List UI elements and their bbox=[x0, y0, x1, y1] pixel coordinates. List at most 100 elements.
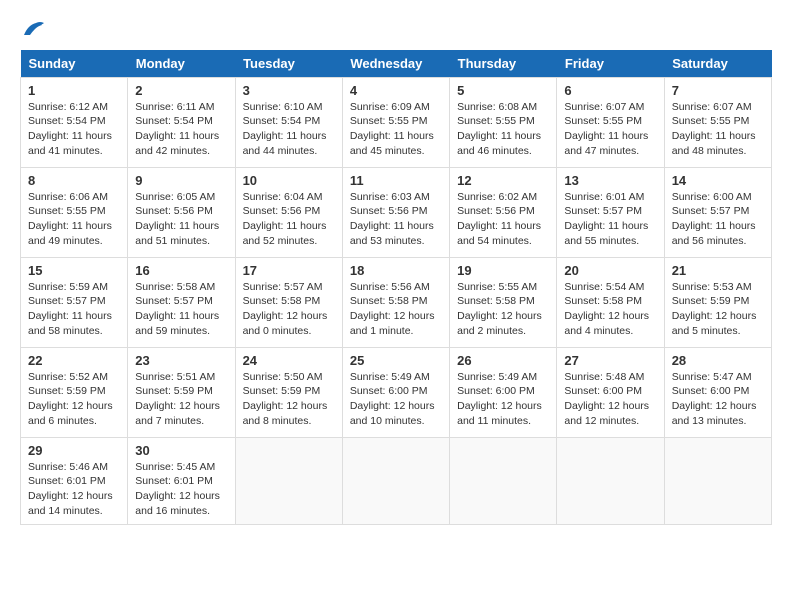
day-info: Sunrise: 6:11 AMSunset: 5:54 PMDaylight:… bbox=[135, 100, 227, 159]
day-info: Sunrise: 6:00 AMSunset: 5:57 PMDaylight:… bbox=[672, 190, 764, 249]
calendar-cell: 17Sunrise: 5:57 AMSunset: 5:58 PMDayligh… bbox=[235, 257, 342, 347]
day-info: Sunrise: 5:52 AMSunset: 5:59 PMDaylight:… bbox=[28, 370, 120, 429]
calendar-cell bbox=[450, 437, 557, 524]
day-info: Sunrise: 5:45 AMSunset: 6:01 PMDaylight:… bbox=[135, 460, 227, 519]
calendar-cell: 27 Sunrise: 5:48 AMSunset: 6:00 PMDayligh… bbox=[557, 347, 664, 437]
day-number: 22 bbox=[28, 353, 120, 368]
day-number: 18 bbox=[350, 263, 442, 278]
calendar-cell: 19 Sunrise: 5:55 AMSunset: 5:58 PMDayligh… bbox=[450, 257, 557, 347]
calendar-cell: 3Sunrise: 6:10 AMSunset: 5:54 PMDaylight… bbox=[235, 77, 342, 167]
weekday-header-sunday: Sunday bbox=[21, 50, 128, 78]
day-info: Sunrise: 5:54 AMSunset: 5:58 PMDaylight:… bbox=[564, 280, 656, 339]
day-info: Sunrise: 6:05 AMSunset: 5:56 PMDaylight:… bbox=[135, 190, 227, 249]
day-number: 15 bbox=[28, 263, 120, 278]
day-info: Sunrise: 5:50 AMSunset: 5:59 PMDaylight:… bbox=[243, 370, 335, 429]
calendar-cell: 16 Sunrise: 5:58 AMSunset: 5:57 PMDayligh… bbox=[128, 257, 235, 347]
day-info: Sunrise: 5:56 AMSunset: 5:58 PMDaylight:… bbox=[350, 280, 442, 339]
calendar-cell: 15 Sunrise: 5:59 AMSunset: 5:57 PMDayligh… bbox=[21, 257, 128, 347]
calendar-week-3: 15 Sunrise: 5:59 AMSunset: 5:57 PMDayligh… bbox=[21, 257, 772, 347]
day-number: 21 bbox=[672, 263, 764, 278]
day-info: Sunrise: 6:03 AMSunset: 5:56 PMDaylight:… bbox=[350, 190, 442, 249]
calendar-cell: 22 Sunrise: 5:52 AMSunset: 5:59 PMDayligh… bbox=[21, 347, 128, 437]
calendar-cell: 26 Sunrise: 5:49 AMSunset: 6:00 PMDayligh… bbox=[450, 347, 557, 437]
day-info: Sunrise: 5:49 AMSunset: 6:00 PMDaylight:… bbox=[350, 370, 442, 429]
calendar-cell: 23 Sunrise: 5:51 AMSunset: 5:59 PMDayligh… bbox=[128, 347, 235, 437]
calendar-cell: 1 Sunrise: 6:12 AMSunset: 5:54 PMDaylight… bbox=[21, 77, 128, 167]
day-info: Sunrise: 6:08 AMSunset: 5:55 PMDaylight:… bbox=[457, 100, 549, 159]
day-number: 7 bbox=[672, 83, 764, 98]
day-info: Sunrise: 5:59 AMSunset: 5:57 PMDaylight:… bbox=[28, 280, 120, 339]
calendar-week-4: 22 Sunrise: 5:52 AMSunset: 5:59 PMDayligh… bbox=[21, 347, 772, 437]
day-number: 5 bbox=[457, 83, 549, 98]
day-info: Sunrise: 6:07 AMSunset: 5:55 PMDaylight:… bbox=[672, 100, 764, 159]
calendar-cell: 25Sunrise: 5:49 AMSunset: 6:00 PMDayligh… bbox=[342, 347, 449, 437]
day-number: 23 bbox=[135, 353, 227, 368]
weekday-header-thursday: Thursday bbox=[450, 50, 557, 78]
day-number: 30 bbox=[135, 443, 227, 458]
day-info: Sunrise: 5:58 AMSunset: 5:57 PMDaylight:… bbox=[135, 280, 227, 339]
calendar-table: SundayMondayTuesdayWednesdayThursdayFrid… bbox=[20, 50, 772, 525]
day-info: Sunrise: 5:55 AMSunset: 5:58 PMDaylight:… bbox=[457, 280, 549, 339]
calendar-cell: 7 Sunrise: 6:07 AMSunset: 5:55 PMDaylight… bbox=[664, 77, 771, 167]
day-info: Sunrise: 6:01 AMSunset: 5:57 PMDaylight:… bbox=[564, 190, 656, 249]
calendar-cell: 20 Sunrise: 5:54 AMSunset: 5:58 PMDayligh… bbox=[557, 257, 664, 347]
day-number: 27 bbox=[564, 353, 656, 368]
day-number: 2 bbox=[135, 83, 227, 98]
calendar-cell bbox=[342, 437, 449, 524]
weekday-header-monday: Monday bbox=[128, 50, 235, 78]
calendar-cell: 10Sunrise: 6:04 AMSunset: 5:56 PMDayligh… bbox=[235, 167, 342, 257]
day-info: Sunrise: 5:51 AMSunset: 5:59 PMDaylight:… bbox=[135, 370, 227, 429]
day-info: Sunrise: 6:12 AMSunset: 5:54 PMDaylight:… bbox=[28, 100, 120, 159]
logo-bird-icon bbox=[22, 21, 44, 39]
day-info: Sunrise: 5:48 AMSunset: 6:00 PMDaylight:… bbox=[564, 370, 656, 429]
page-header bbox=[20, 20, 772, 40]
day-number: 28 bbox=[672, 353, 764, 368]
day-number: 24 bbox=[243, 353, 335, 368]
day-number: 16 bbox=[135, 263, 227, 278]
calendar-cell: 21 Sunrise: 5:53 AMSunset: 5:59 PMDayligh… bbox=[664, 257, 771, 347]
calendar-cell: 12 Sunrise: 6:02 AMSunset: 5:56 PMDayligh… bbox=[450, 167, 557, 257]
calendar-cell: 24 Sunrise: 5:50 AMSunset: 5:59 PMDayligh… bbox=[235, 347, 342, 437]
day-number: 29 bbox=[28, 443, 120, 458]
calendar-cell: 18 Sunrise: 5:56 AMSunset: 5:58 PMDayligh… bbox=[342, 257, 449, 347]
weekday-header-wednesday: Wednesday bbox=[342, 50, 449, 78]
weekday-header-tuesday: Tuesday bbox=[235, 50, 342, 78]
calendar-cell bbox=[664, 437, 771, 524]
calendar-cell: 13 Sunrise: 6:01 AMSunset: 5:57 PMDayligh… bbox=[557, 167, 664, 257]
calendar-week-1: 1 Sunrise: 6:12 AMSunset: 5:54 PMDaylight… bbox=[21, 77, 772, 167]
day-number: 13 bbox=[564, 173, 656, 188]
day-info: Sunrise: 6:09 AMSunset: 5:55 PMDaylight:… bbox=[350, 100, 442, 159]
calendar-cell bbox=[557, 437, 664, 524]
calendar-cell: 6 Sunrise: 6:07 AMSunset: 5:55 PMDaylight… bbox=[557, 77, 664, 167]
day-number: 6 bbox=[564, 83, 656, 98]
day-info: Sunrise: 5:53 AMSunset: 5:59 PMDaylight:… bbox=[672, 280, 764, 339]
day-number: 1 bbox=[28, 83, 120, 98]
calendar-cell: 14 Sunrise: 6:00 AMSunset: 5:57 PMDayligh… bbox=[664, 167, 771, 257]
weekday-header-saturday: Saturday bbox=[664, 50, 771, 78]
day-number: 14 bbox=[672, 173, 764, 188]
day-info: Sunrise: 5:46 AMSunset: 6:01 PMDaylight:… bbox=[28, 460, 120, 519]
day-info: Sunrise: 5:49 AMSunset: 6:00 PMDaylight:… bbox=[457, 370, 549, 429]
day-info: Sunrise: 5:57 AMSunset: 5:58 PMDaylight:… bbox=[243, 280, 335, 339]
calendar-cell: 30 Sunrise: 5:45 AMSunset: 6:01 PMDayligh… bbox=[128, 437, 235, 524]
day-info: Sunrise: 6:06 AMSunset: 5:55 PMDaylight:… bbox=[28, 190, 120, 249]
calendar-week-5: 29 Sunrise: 5:46 AMSunset: 6:01 PMDayligh… bbox=[21, 437, 772, 524]
day-info: Sunrise: 6:04 AMSunset: 5:56 PMDaylight:… bbox=[243, 190, 335, 249]
calendar-cell: 9 Sunrise: 6:05 AMSunset: 5:56 PMDaylight… bbox=[128, 167, 235, 257]
day-number: 8 bbox=[28, 173, 120, 188]
calendar-cell: 5 Sunrise: 6:08 AMSunset: 5:55 PMDaylight… bbox=[450, 77, 557, 167]
calendar-cell: 4 Sunrise: 6:09 AMSunset: 5:55 PMDaylight… bbox=[342, 77, 449, 167]
day-number: 19 bbox=[457, 263, 549, 278]
calendar-cell: 28 Sunrise: 5:47 AMSunset: 6:00 PMDayligh… bbox=[664, 347, 771, 437]
day-number: 12 bbox=[457, 173, 549, 188]
day-number: 9 bbox=[135, 173, 227, 188]
day-info: Sunrise: 6:07 AMSunset: 5:55 PMDaylight:… bbox=[564, 100, 656, 159]
day-number: 20 bbox=[564, 263, 656, 278]
day-number: 4 bbox=[350, 83, 442, 98]
day-info: Sunrise: 6:02 AMSunset: 5:56 PMDaylight:… bbox=[457, 190, 549, 249]
calendar-week-2: 8 Sunrise: 6:06 AMSunset: 5:55 PMDaylight… bbox=[21, 167, 772, 257]
day-info: Sunrise: 5:47 AMSunset: 6:00 PMDaylight:… bbox=[672, 370, 764, 429]
calendar-cell bbox=[235, 437, 342, 524]
day-number: 26 bbox=[457, 353, 549, 368]
calendar-cell: 11Sunrise: 6:03 AMSunset: 5:56 PMDayligh… bbox=[342, 167, 449, 257]
